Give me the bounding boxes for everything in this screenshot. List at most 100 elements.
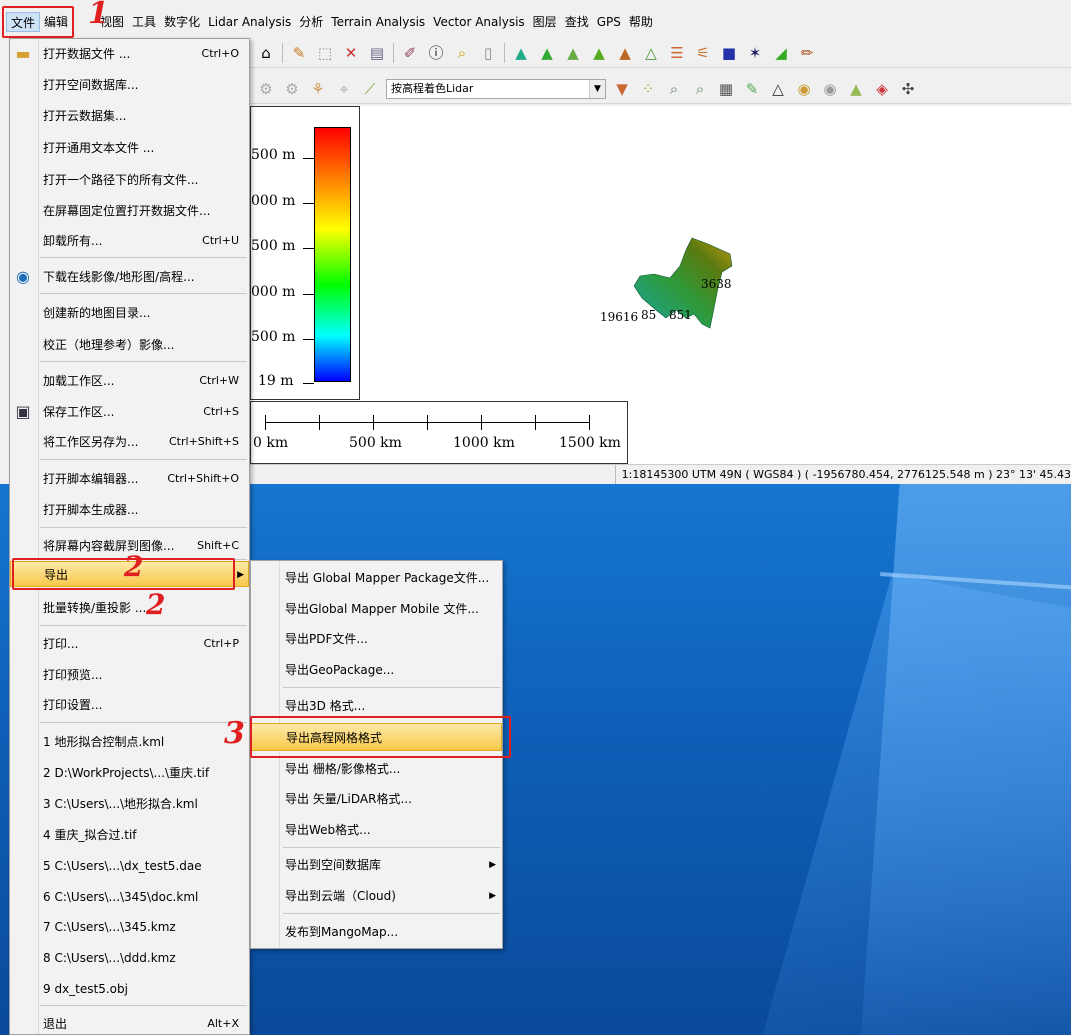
menu-item-export-pdf[interactable]: 导出PDF文件...	[251, 625, 502, 653]
profile-icon[interactable]: ☰	[667, 43, 687, 63]
contour-icon[interactable]: △	[641, 43, 661, 63]
filter-icon[interactable]: ▼	[612, 79, 632, 99]
menu-item-create-catalog[interactable]: 创建新的地图目录...	[10, 300, 249, 326]
lidar-color-select[interactable]: 按高程着色Lidar ▼	[386, 78, 606, 99]
menu-item-export-gmp[interactable]: 导出 Global Mapper Package文件...	[251, 564, 502, 592]
delete-icon[interactable]: ✕	[341, 43, 361, 63]
find-icon[interactable]: ⌕	[452, 43, 472, 63]
menu-item-open-data-file[interactable]: ▬ 打开数据文件 ... Ctrl+O	[10, 41, 249, 67]
menu-item-export-web[interactable]: 导出Web格式...	[251, 816, 502, 844]
lidar-tool-icon[interactable]: ⚘	[308, 79, 328, 99]
menu-item-label: 4 重庆_拟合过.tif	[43, 828, 137, 842]
menu-help[interactable]: 帮助	[625, 12, 657, 32]
info-icon[interactable]: ⓘ	[426, 43, 446, 63]
lidar-classify-icon[interactable]: ⌕	[664, 79, 684, 99]
menu-lidar-analysis[interactable]: Lidar Analysis	[204, 12, 295, 32]
menu-item-recent-file[interactable]: 4 重庆_拟合过.tif	[10, 822, 249, 848]
menu-item-download-online[interactable]: ◉ 下载在线影像/地形图/高程...	[10, 264, 249, 290]
color-icon[interactable]: ■	[719, 43, 739, 63]
legend-label: 500 m	[251, 238, 296, 254]
menu-search[interactable]: 查找	[561, 12, 593, 32]
menu-item-export-geopackage[interactable]: 导出GeoPackage...	[251, 656, 502, 684]
menu-item-script-editor[interactable]: 打开脚本编辑器... Ctrl+Shift+O	[10, 466, 249, 492]
menu-shortcut: Ctrl+O	[201, 47, 239, 60]
terrain-icon[interactable]: ▲	[589, 43, 609, 63]
menu-item-unload-all[interactable]: 卸载所有... Ctrl+U	[10, 228, 249, 254]
pencil-icon[interactable]: ✎	[289, 43, 309, 63]
menu-item-recent-file[interactable]: 8 C:\Users\...\ddd.kmz	[10, 945, 249, 971]
menu-item-recent-file[interactable]: 2 D:\WorkProjects\...\重庆.tif	[10, 760, 249, 786]
lidar-terrain-icon[interactable]: ▲	[846, 79, 866, 99]
terrain-icon[interactable]: ▲	[537, 43, 557, 63]
lidar-edit-icon[interactable]: ✎	[742, 79, 762, 99]
menu-item-open-fixed[interactable]: 在屏幕固定位置打开数据文件...	[10, 198, 249, 224]
menu-item-exit[interactable]: 退出 Alt+X	[10, 1011, 249, 1035]
chevron-down-icon[interactable]: ▼	[589, 79, 605, 98]
menu-item-label: 加载工作区...	[43, 374, 115, 388]
ruler-icon[interactable]: ⟋	[360, 79, 380, 99]
lidar-points-icon[interactable]: ⁘	[638, 79, 658, 99]
menu-tools[interactable]: 工具	[128, 12, 160, 32]
crosshair-icon[interactable]: ⌖	[334, 79, 354, 99]
map-label: 3638	[701, 277, 732, 291]
menu-item-export-vector[interactable]: 导出 矢量/LiDAR格式...	[251, 785, 502, 813]
triangle-icon[interactable]: △	[768, 79, 788, 99]
menu-item-open-cloud[interactable]: 打开云数据集...	[10, 103, 249, 129]
lidar-search-icon[interactable]: ⌕	[690, 79, 710, 99]
terrain-icon[interactable]: ▲	[615, 43, 635, 63]
menu-item-print-setup[interactable]: 打印设置...	[10, 692, 249, 718]
menu-item-export-gm-mobile[interactable]: 导出Global Mapper Mobile 文件...	[251, 595, 502, 623]
menu-item-export-cloud[interactable]: 导出到云端（Cloud) ▶	[251, 882, 502, 910]
menu-item-open-spatial-db[interactable]: 打开空间数据库...	[10, 72, 249, 98]
terrain-icon[interactable]: ▲	[563, 43, 583, 63]
menu-item-publish-mangomap[interactable]: 发布到MangoMap...	[251, 918, 502, 946]
lidar-grid-icon[interactable]: ▦	[716, 79, 736, 99]
menu-item-print-preview[interactable]: 打印预览...	[10, 662, 249, 688]
menu-item-export-raster[interactable]: 导出 栅格/影像格式...	[251, 755, 502, 783]
lidar-tool-icon[interactable]: ⚙	[256, 79, 276, 99]
brush-icon[interactable]: ✏	[797, 43, 817, 63]
menu-item-recent-file[interactable]: 5 C:\Users\...\dx_test5.dae	[10, 853, 249, 879]
home-icon[interactable]: ⌂	[256, 43, 276, 63]
menu-item-print[interactable]: 打印... Ctrl+P	[10, 631, 249, 657]
line-of-sight-icon[interactable]: ✶	[745, 43, 765, 63]
grid-icon[interactable]: ⚟	[693, 43, 713, 63]
menu-item-recent-file[interactable]: 6 C:\Users\...\345\doc.kml	[10, 884, 249, 910]
menu-item-export-spatial-db[interactable]: 导出到空间数据库 ▶	[251, 851, 502, 879]
doc-settings-icon[interactable]: ▯	[478, 43, 498, 63]
menu-item-save-workspace-as[interactable]: 将工作区另存为... Ctrl+Shift+S	[10, 429, 249, 455]
menu-item-script-builder[interactable]: 打开脚本生成器...	[10, 497, 249, 523]
menu-item-open-folder[interactable]: 打开一个路径下的所有文件...	[10, 167, 249, 193]
menu-item-recent-file[interactable]: 7 C:\Users\...\345.kmz	[10, 914, 249, 940]
menu-gps[interactable]: GPS	[593, 12, 625, 32]
menu-item-label: 导出 矢量/LiDAR格式...	[285, 792, 412, 806]
lidar-sphere-icon[interactable]: ◉	[794, 79, 814, 99]
menu-terrain-analysis[interactable]: Terrain Analysis	[327, 12, 429, 32]
menu-item-batch-convert[interactable]: 批量转换/重投影 ...	[10, 595, 249, 621]
layers-icon[interactable]: ◈	[872, 79, 892, 99]
menu-item-open-text-file[interactable]: 打开通用文本文件 ...	[10, 135, 249, 161]
menu-item-recent-file[interactable]: 1 地形拟合控制点.kml	[10, 729, 249, 755]
menu-item-label: 保存工作区...	[43, 405, 115, 419]
menu-vector-analysis[interactable]: Vector Analysis	[429, 12, 529, 32]
menu-item-save-workspace[interactable]: ▣ 保存工作区... Ctrl+S	[10, 399, 249, 425]
menu-item-load-workspace[interactable]: 加载工作区... Ctrl+W	[10, 368, 249, 394]
lidar-sphere-icon[interactable]: ◉	[820, 79, 840, 99]
menu-layers[interactable]: 图层	[529, 12, 561, 32]
menu-item-recent-file[interactable]: 9 dx_test5.obj	[10, 976, 249, 1002]
satellite-icon[interactable]: ✣	[898, 79, 918, 99]
lidar-tool-icon[interactable]: ⚙	[282, 79, 302, 99]
map-view[interactable]: 500 m 000 m 500 m 000 m 500 m 19 m 0 km …	[250, 106, 1071, 464]
legend-label: 500 m	[251, 329, 296, 345]
menu-item-recent-file[interactable]: 3 C:\Users\...\地形拟合.kml	[10, 791, 249, 817]
measure-icon[interactable]: ✐	[400, 43, 420, 63]
layer-icon[interactable]: ▤	[367, 43, 387, 63]
terrain-edit-icon[interactable]: ◢	[771, 43, 791, 63]
menu-shortcut: Alt+X	[207, 1017, 239, 1030]
menu-item-rectify[interactable]: 校正（地理参考）影像...	[10, 332, 249, 358]
menu-item-label: 导出到空间数据库	[285, 858, 382, 872]
menu-analysis[interactable]: 分析	[295, 12, 327, 32]
select-icon[interactable]: ⬚	[315, 43, 335, 63]
terrain-icon[interactable]: ▲	[511, 43, 531, 63]
menu-digitize[interactable]: 数字化	[160, 12, 204, 32]
